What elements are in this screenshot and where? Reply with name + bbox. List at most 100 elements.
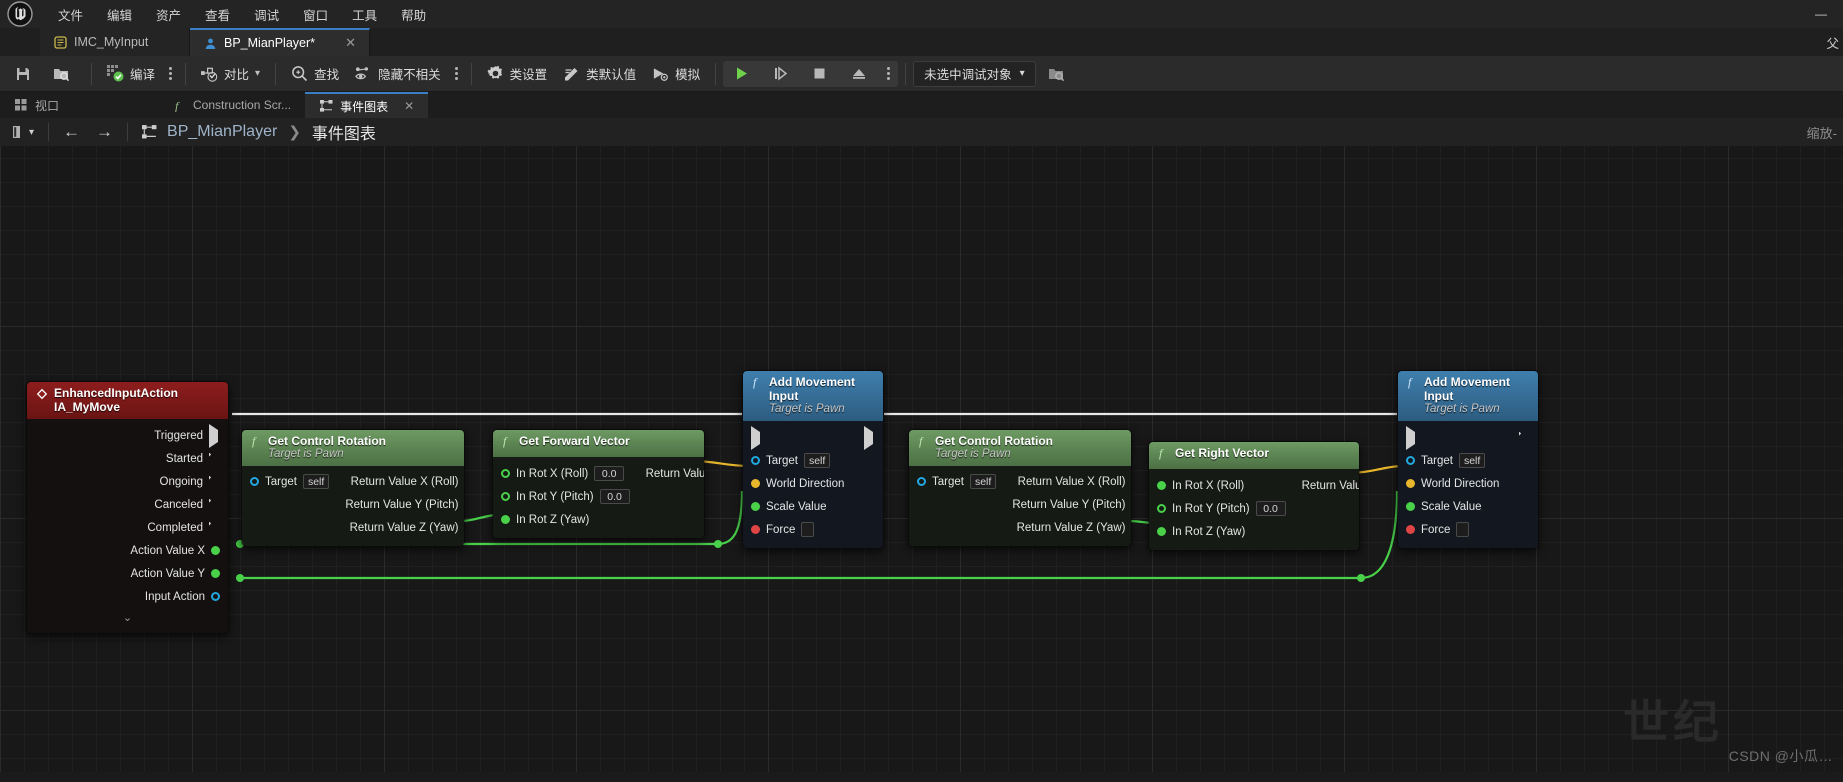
unreal-engine-logo-icon[interactable] [0,0,40,28]
object-out-pin[interactable] [211,592,220,601]
pin-row-force[interactable]: Force [1398,518,1538,541]
find-button[interactable]: 查找 [283,60,347,88]
object-in-pin[interactable] [751,456,760,465]
force-checkbox[interactable] [1456,522,1470,537]
pin-row-return-value[interactable]: Return Value [638,462,704,485]
float-in-pin[interactable] [501,492,510,501]
node-collapse-button[interactable]: ⌄ [27,608,228,626]
asset-tab-bp-mianplayer[interactable]: BP_MianPlayer* ✕ [190,28,370,56]
blueprint-graph-canvas[interactable]: EnhancedInputAction IA_MyMove Triggered … [0,146,1843,772]
close-icon[interactable]: ✕ [404,99,414,113]
exec-out-pin[interactable] [209,476,220,488]
float-in-pin[interactable] [1157,481,1166,490]
pin-row-return-value-y[interactable]: Return Value Y (Pitch) [337,493,464,516]
pin-row-scale-value[interactable]: Scale Value [1398,495,1538,518]
menu-item-window[interactable]: 窗口 [291,1,340,28]
node-get-control-rotation-2[interactable]: f Get Control Rotation Target is Pawn Ta… [908,429,1132,547]
pin-row-action-value-y[interactable]: Action Value Y [27,562,228,585]
pin-row-in-rot-y[interactable]: In Rot Y (Pitch) 0.0 [493,485,638,508]
float-in-pin[interactable] [1157,504,1166,513]
menu-item-debug[interactable]: 调试 [242,1,291,28]
pin-row-in-rot-x[interactable]: In Rot X (Roll) [1149,474,1294,497]
pin-row-completed[interactable]: Completed [27,516,228,539]
minimize-button[interactable]: — [1799,0,1843,28]
save-button[interactable] [6,60,45,88]
object-in-pin[interactable] [250,477,259,486]
pin-row-return-value-z[interactable]: Return Value Z (Yaw) [1004,516,1132,539]
pin-row-world-direction[interactable]: World Direction [1398,472,1538,495]
close-icon[interactable]: ✕ [335,35,356,51]
pin-row-triggered[interactable]: Triggered [27,423,228,448]
pin-row-in-rot-z[interactable]: In Rot Z (Yaw) [493,508,638,531]
pin-row-ongoing[interactable]: Ongoing [27,470,228,493]
exec-out-pin[interactable] [209,499,220,511]
target-value[interactable]: self [302,474,330,489]
exec-in-pin[interactable] [751,425,762,450]
pin-row-return-value-x[interactable]: Return Value X (Roll) [337,470,465,493]
pin-row-canceled[interactable]: Canceled [27,493,228,516]
eject-button[interactable] [842,60,881,88]
tab-viewport[interactable]: 视口 [0,92,74,118]
float-out-pin[interactable] [464,477,465,486]
hide-unrelated-button[interactable]: 隐藏不相关 [347,60,449,88]
float-in-pin[interactable] [501,515,510,524]
exec-out-pin[interactable] [1519,432,1530,444]
node-enhanced-input-action[interactable]: EnhancedInputAction IA_MyMove Triggered … [26,381,229,634]
exec-out-pin[interactable] [209,522,220,534]
pin-row-exec[interactable] [1398,425,1538,450]
class-settings-button[interactable]: 类设置 [479,60,556,88]
compile-button[interactable]: 编译 [99,60,163,88]
graph-mode-button[interactable]: ▾ [6,121,40,143]
float-out-pin[interactable] [1131,523,1132,532]
pin-row-in-rot-x[interactable]: In Rot X (Roll) 0.0 [493,462,638,485]
pin-row-in-rot-y[interactable]: In Rot Y (Pitch) 0.0 [1149,497,1294,520]
vector-in-pin[interactable] [1406,479,1415,488]
menu-item-help[interactable]: 帮助 [389,1,438,28]
pin-row-target[interactable]: Target self [1398,449,1538,472]
object-in-pin[interactable] [917,477,926,486]
debug-object-select[interactable]: 未选中调试对象 ▾ [913,60,1036,87]
menu-item-tools[interactable]: 工具 [340,1,389,28]
pin-row-in-rot-z[interactable]: In Rot Z (Yaw) [1149,520,1294,543]
debug-browse-button[interactable] [1040,60,1073,88]
tab-event-graph[interactable]: 事件图表 ✕ [305,92,429,118]
bool-in-pin[interactable] [1406,525,1415,534]
node-get-forward-vector[interactable]: f Get Forward Vector In Rot X (Roll) 0.0… [492,429,705,539]
hide-unrelated-options-button[interactable] [449,60,464,88]
pin-row-exec[interactable] [743,425,883,450]
pin-row-target[interactable]: Target self [242,470,337,493]
browse-button[interactable] [45,60,84,88]
simulate-button[interactable]: 模拟 [644,60,708,88]
asset-tab-imc-myinput[interactable]: IMC_MyInput [40,28,190,56]
class-defaults-button[interactable]: 类默认值 [555,60,644,88]
exec-in-pin[interactable] [1406,425,1417,450]
nav-forward-button[interactable]: → [90,121,119,143]
in-rot-y-value[interactable]: 0.0 [599,489,630,504]
pin-row-return-value-z[interactable]: Return Value Z (Yaw) [337,516,465,539]
stop-button[interactable] [803,60,842,88]
target-value[interactable]: self [1458,453,1486,468]
pin-row-scale-value[interactable]: Scale Value [743,495,883,518]
float-out-pin[interactable] [1131,500,1132,509]
menu-item-assets[interactable]: 资产 [144,1,193,28]
pin-row-return-value-y[interactable]: Return Value Y (Pitch) [1004,493,1132,516]
in-rot-x-value[interactable]: 0.0 [594,466,625,481]
object-in-pin[interactable] [1406,456,1415,465]
exec-out-pin[interactable] [209,423,220,448]
exec-out-pin[interactable] [864,425,875,450]
pin-row-action-value-x[interactable]: Action Value X [27,539,228,562]
breadcrumb-root[interactable]: BP_MianPlayer [167,123,277,141]
float-out-pin[interactable] [464,523,465,532]
node-add-movement-input-2[interactable]: f Add Movement Input Target is Pawn Targ… [1397,370,1539,549]
node-add-movement-input-1[interactable]: f Add Movement Input Target is Pawn Targ… [742,370,884,549]
pin-row-target[interactable]: Target self [743,449,883,472]
float-out-pin[interactable] [211,569,220,578]
pin-row-return-value[interactable]: Return Value [1294,474,1359,497]
diff-button[interactable]: 对比 ▾ [193,60,268,88]
pin-row-input-action[interactable]: Input Action [27,585,228,608]
compile-options-button[interactable] [163,60,178,88]
tab-construction-script[interactable]: f Construction Scr... [158,92,306,118]
menu-item-edit[interactable]: 编辑 [95,1,144,28]
float-in-pin[interactable] [501,469,510,478]
exec-out-pin[interactable] [209,453,220,465]
